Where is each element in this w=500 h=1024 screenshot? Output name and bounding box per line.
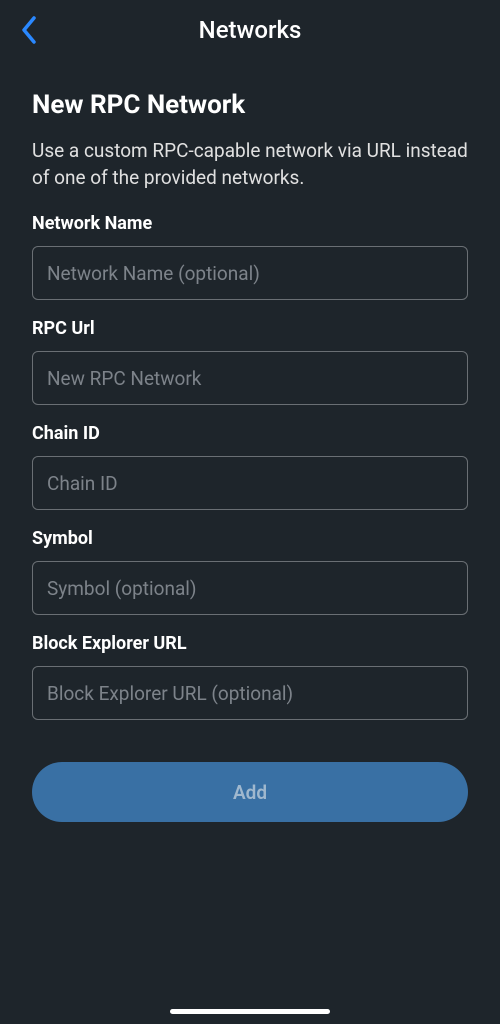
field-chain-id: Chain ID — [32, 423, 468, 510]
rpc-url-input[interactable] — [32, 351, 468, 405]
block-explorer-label: Block Explorer URL — [32, 633, 468, 654]
add-button[interactable]: Add — [32, 762, 468, 822]
field-symbol: Symbol — [32, 528, 468, 615]
content: New RPC Network Use a custom RPC-capable… — [0, 60, 500, 822]
chevron-left-icon — [20, 16, 38, 44]
field-rpc-url: RPC Url — [32, 318, 468, 405]
page-title: New RPC Network — [32, 90, 468, 120]
header-title: Networks — [199, 16, 302, 44]
chain-id-input[interactable] — [32, 456, 468, 510]
block-explorer-input[interactable] — [32, 666, 468, 720]
header: Networks — [0, 0, 500, 60]
symbol-label: Symbol — [32, 528, 468, 549]
rpc-url-label: RPC Url — [32, 318, 468, 339]
field-network-name: Network Name — [32, 213, 468, 300]
symbol-input[interactable] — [32, 561, 468, 615]
field-block-explorer: Block Explorer URL — [32, 633, 468, 720]
network-name-label: Network Name — [32, 213, 468, 234]
page-description: Use a custom RPC-capable network via URL… — [32, 138, 468, 191]
chain-id-label: Chain ID — [32, 423, 468, 444]
home-indicator — [170, 1009, 330, 1014]
back-button[interactable] — [20, 16, 38, 44]
network-name-input[interactable] — [32, 246, 468, 300]
